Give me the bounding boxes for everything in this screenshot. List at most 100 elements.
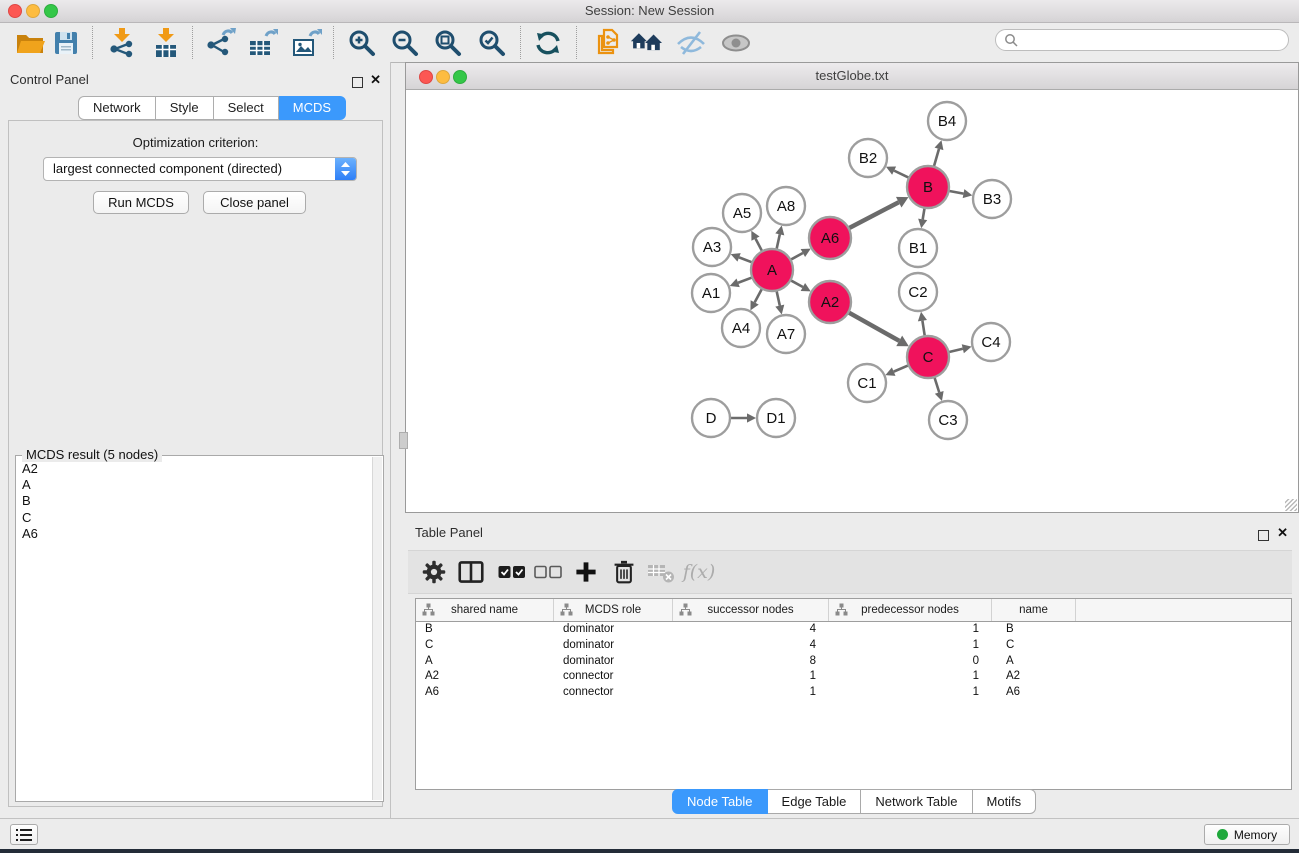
export-network-icon[interactable] <box>204 27 236 59</box>
tab-style[interactable]: Style <box>156 96 214 120</box>
split-panel-icon[interactable] <box>455 556 487 588</box>
edge-A6-B[interactable] <box>847 202 899 229</box>
column-header-shared-name[interactable]: shared name <box>416 599 554 621</box>
table-cell[interactable]: A6 <box>992 685 1076 701</box>
zoom-in-icon[interactable] <box>346 27 378 59</box>
table-cell[interactable]: 1 <box>829 638 992 654</box>
result-item[interactable]: A <box>22 477 373 493</box>
result-item[interactable]: A6 <box>22 526 373 542</box>
delete-table-icon[interactable] <box>645 556 677 588</box>
tab-motifs[interactable]: Motifs <box>973 789 1037 814</box>
column-header-MCDS-role[interactable]: MCDS role <box>554 599 673 621</box>
table-cell[interactable]: A <box>416 654 554 670</box>
toolbar-separator <box>520 26 521 59</box>
table-cell[interactable]: B <box>416 622 554 638</box>
import-network-icon[interactable] <box>106 27 138 59</box>
network-minimize-button[interactable] <box>436 70 450 84</box>
table-cell[interactable]: 1 <box>829 685 992 701</box>
add-column-icon[interactable] <box>570 556 602 588</box>
table-cell[interactable]: 1 <box>673 669 829 685</box>
maximize-window-button[interactable] <box>44 4 58 18</box>
table-tabs: Node TableEdge TableNetwork TableMotifs <box>672 789 1036 814</box>
export-table-icon[interactable] <box>246 27 278 59</box>
table-cell[interactable]: connector <box>554 669 673 685</box>
table-cell[interactable]: 4 <box>673 622 829 638</box>
table-row[interactable]: A2connector11A2 <box>416 669 1291 685</box>
table-cell[interactable]: A6 <box>416 685 554 701</box>
table-cell[interactable]: 4 <box>673 638 829 654</box>
tab-network[interactable]: Network <box>78 96 156 120</box>
close-panel-icon[interactable]: ✕ <box>370 74 381 86</box>
table-row[interactable]: Bdominator41B <box>416 622 1291 638</box>
result-item[interactable]: C <box>22 510 373 526</box>
zoom-selected-icon[interactable] <box>476 27 508 59</box>
import-table-icon[interactable] <box>150 27 182 59</box>
table-row[interactable]: Adominator80A <box>416 654 1291 670</box>
table-cell[interactable]: C <box>992 638 1076 654</box>
resize-handle[interactable] <box>1285 499 1297 511</box>
table-cell[interactable]: 1 <box>829 622 992 638</box>
tab-node-table[interactable]: Node Table <box>672 789 768 814</box>
table-cell[interactable]: A <box>992 654 1076 670</box>
zoom-fit-icon[interactable] <box>432 27 464 59</box>
minimize-window-button[interactable] <box>26 4 40 18</box>
save-session-icon[interactable] <box>50 27 82 59</box>
zoom-out-icon[interactable] <box>389 27 421 59</box>
table-cell[interactable]: A2 <box>416 669 554 685</box>
task-history-button[interactable] <box>10 824 38 845</box>
function-builder-icon[interactable]: f(x) <box>676 556 722 588</box>
close-window-button[interactable] <box>8 4 22 18</box>
table-cell[interactable]: 0 <box>829 654 992 670</box>
select-all-icon[interactable] <box>496 556 528 588</box>
table-row[interactable]: Cdominator41C <box>416 638 1291 654</box>
close-panel-button[interactable]: Close panel <box>203 191 306 214</box>
float-panel-icon[interactable] <box>352 75 363 93</box>
hide-graphics-details-icon[interactable] <box>675 27 707 59</box>
table-cell[interactable]: dominator <box>554 622 673 638</box>
column-header-name[interactable]: name <box>992 599 1076 621</box>
table-cell[interactable]: connector <box>554 685 673 701</box>
arrowhead-A-A8 <box>775 226 784 236</box>
tab-select[interactable]: Select <box>214 96 279 120</box>
result-item[interactable]: B <box>22 493 373 509</box>
table-row[interactable]: A6connector11A6 <box>416 685 1291 701</box>
table-cell[interactable]: dominator <box>554 638 673 654</box>
settings-gear-icon[interactable] <box>418 556 450 588</box>
table-cell[interactable]: 1 <box>829 669 992 685</box>
float-table-panel-icon[interactable] <box>1258 528 1269 546</box>
network-close-button[interactable] <box>419 70 433 84</box>
optimization-criterion-dropdown[interactable]: largest connected component (directed) <box>43 157 357 181</box>
result-item[interactable]: A2 <box>22 461 373 477</box>
search-input[interactable] <box>995 29 1289 51</box>
column-header-predecessor-nodes[interactable]: predecessor nodes <box>829 599 992 621</box>
open-file-icon[interactable] <box>14 27 46 59</box>
column-header-label: predecessor nodes <box>861 604 959 616</box>
edge-A2-C[interactable] <box>847 311 900 341</box>
network-vertical-scroll-thumb[interactable] <box>399 432 408 449</box>
mcds-result-list[interactable]: A2ABCA6 <box>17 457 373 800</box>
table-cell[interactable]: A2 <box>992 669 1076 685</box>
export-image-icon[interactable] <box>290 27 322 59</box>
home-icon[interactable] <box>630 27 662 59</box>
close-table-panel-icon[interactable]: ✕ <box>1277 527 1288 539</box>
delete-column-icon[interactable] <box>608 556 640 588</box>
column-header-successor-nodes[interactable]: successor nodes <box>673 599 829 621</box>
network-maximize-button[interactable] <box>453 70 467 84</box>
refresh-icon[interactable] <box>532 27 564 59</box>
tab-network-table[interactable]: Network Table <box>861 789 972 814</box>
table-cell[interactable]: 8 <box>673 654 829 670</box>
result-scrollbar[interactable] <box>372 457 382 800</box>
memory-button[interactable]: Memory <box>1204 824 1290 845</box>
table-cell[interactable]: dominator <box>554 654 673 670</box>
status-bar: Memory <box>0 818 1299 850</box>
show-graphics-details-icon[interactable] <box>720 27 752 59</box>
network-graph[interactable]: B4B2BB3A8A5A6A3B1AC2A1A2A4A7C4CC1C3DD1 <box>406 90 1298 513</box>
table-cell[interactable]: 1 <box>673 685 829 701</box>
tab-mcds[interactable]: MCDS <box>279 96 346 120</box>
deselect-all-icon[interactable] <box>532 556 564 588</box>
clone-network-icon[interactable] <box>592 27 624 59</box>
run-mcds-button[interactable]: Run MCDS <box>93 191 189 214</box>
table-cell[interactable]: B <box>992 622 1076 638</box>
tab-edge-table[interactable]: Edge Table <box>768 789 862 814</box>
table-cell[interactable]: C <box>416 638 554 654</box>
